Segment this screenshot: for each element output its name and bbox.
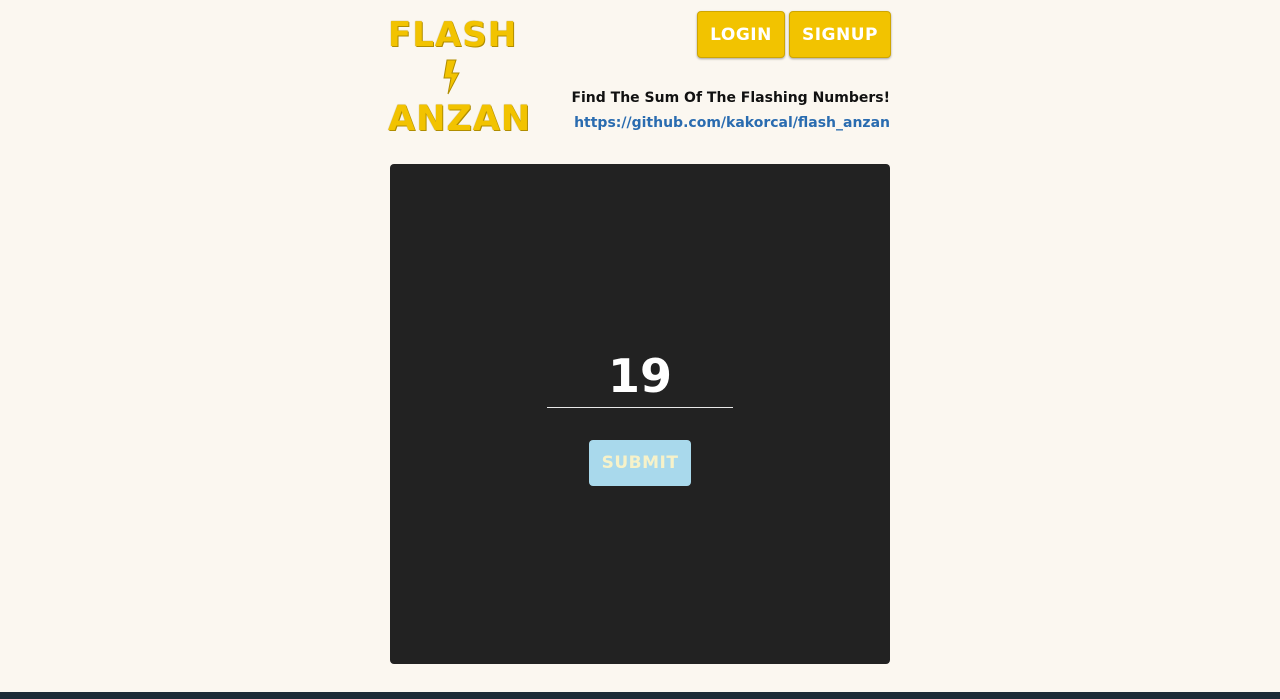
taskbar-strip xyxy=(0,692,1280,699)
submit-button[interactable]: SUBMIT xyxy=(589,440,691,486)
logo-line-anzan: ANZAN xyxy=(388,99,532,139)
logo[interactable]: FLASH ANZAN xyxy=(388,14,532,140)
game-board: SUBMIT xyxy=(390,164,890,664)
logo-line-flash: FLASH xyxy=(388,15,518,55)
lightning-bolt-icon xyxy=(388,56,514,98)
repo-link[interactable]: https://github.com/kakorcal/flash_anzan xyxy=(574,115,890,131)
tagline: Find The Sum Of The Flashing Numbers! xyxy=(571,90,890,106)
signup-button[interactable]: SIGNUP xyxy=(789,11,891,58)
answer-input[interactable] xyxy=(547,344,733,408)
page: FLASH ANZAN LOGIN SIGNUP Find The Sum Of… xyxy=(0,0,1280,692)
login-button[interactable]: LOGIN xyxy=(697,11,785,58)
